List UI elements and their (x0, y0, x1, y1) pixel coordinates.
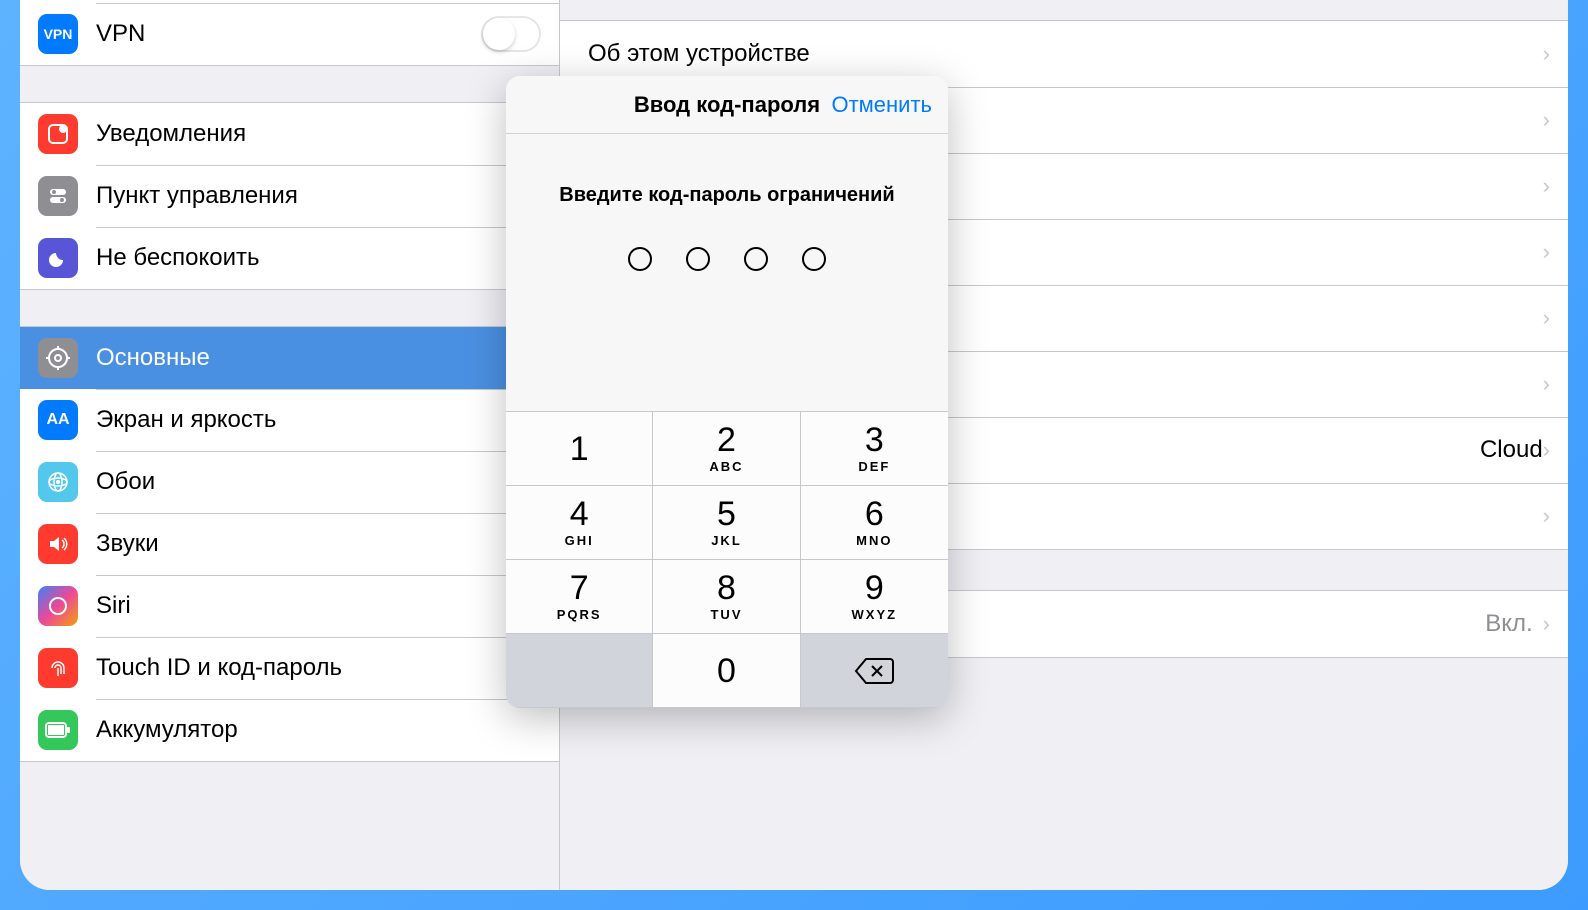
sidebar-item-controlcenter[interactable]: Пункт управления (20, 165, 559, 227)
sidebar-item-general[interactable]: Основные (20, 327, 559, 389)
chevron-right-icon: › (1543, 437, 1550, 463)
sidebar-item-dnd[interactable]: Не беспокоить (20, 227, 559, 289)
controlcenter-icon (38, 176, 78, 216)
vpn-toggle[interactable] (481, 16, 541, 52)
passcode-dot (802, 247, 826, 271)
passcode-modal: Ввод код-пароля Отменить Введите код-пар… (506, 76, 948, 708)
keypad-key-1[interactable]: 1 (506, 412, 653, 486)
sidebar: Bluetooth VPN VPN Уведомления Пункт упра… (20, 0, 560, 890)
chevron-right-icon: › (1543, 611, 1550, 637)
chevron-right-icon: › (1543, 107, 1550, 133)
key-letters: DEF (858, 459, 890, 474)
sidebar-item-label: Основные (96, 344, 541, 372)
sidebar-item-label: Touch ID и код-пароль (96, 654, 541, 682)
sidebar-item-notifications[interactable]: Уведомления (20, 103, 559, 165)
keypad-key-6[interactable]: 6 MNO (801, 486, 948, 560)
passcode-prompt: Введите код-пароль ограничений (526, 184, 928, 207)
keypad-key-3[interactable]: 3 DEF (801, 412, 948, 486)
key-letters: WXYZ (852, 607, 898, 622)
sidebar-item-label: Siri (96, 592, 541, 620)
sidebar-group-connectivity: Bluetooth VPN VPN (20, 0, 559, 66)
chevron-right-icon: › (1543, 305, 1550, 331)
key-letters: ABC (709, 459, 743, 474)
key-letters: PQRS (557, 607, 602, 622)
key-digit: 4 (570, 497, 589, 531)
sidebar-item-label: Уведомления (96, 120, 541, 148)
dnd-icon (38, 238, 78, 278)
sidebar-item-label: VPN (96, 20, 481, 48)
passcode-modal-title: Ввод код-пароля (634, 92, 820, 118)
key-letters: GHI (565, 533, 594, 548)
sounds-icon (38, 524, 78, 564)
sidebar-item-siri[interactable]: Siri (20, 575, 559, 637)
chevron-right-icon: › (1543, 239, 1550, 265)
keypad-key-8[interactable]: 8 TUV (653, 560, 800, 634)
key-digit: 3 (865, 423, 884, 457)
detail-item-value: Вкл. (1485, 610, 1532, 638)
keypad-key-5[interactable]: 5 JKL (653, 486, 800, 560)
keypad-key-4[interactable]: 4 GHI (506, 486, 653, 560)
key-letters: JKL (711, 533, 742, 548)
siri-icon (38, 586, 78, 626)
keypad-key-9[interactable]: 9 WXYZ (801, 560, 948, 634)
passcode-modal-body: Введите код-пароль ограничений (506, 134, 948, 411)
sidebar-group-main: Основные AA Экран и яркость Обои Звуки (20, 326, 559, 762)
passcode-dot (744, 247, 768, 271)
key-digit: 0 (717, 654, 736, 688)
key-digit: 6 (865, 497, 884, 531)
general-icon (38, 338, 78, 378)
keypad-key-7[interactable]: 7 PQRS (506, 560, 653, 634)
sidebar-item-sounds[interactable]: Звуки (20, 513, 559, 575)
sidebar-item-touchid[interactable]: Touch ID и код-пароль (20, 637, 559, 699)
keypad-key-0[interactable]: 0 (653, 634, 800, 708)
key-letters: MNO (856, 533, 892, 548)
sidebar-item-label: Аккумулятор (96, 716, 541, 744)
passcode-modal-header: Ввод код-пароля Отменить (506, 76, 948, 134)
sidebar-group-attention: Уведомления Пункт управления Не беспокои… (20, 102, 559, 290)
sidebar-item-wallpaper[interactable]: Обои (20, 451, 559, 513)
key-digit: 5 (717, 497, 736, 531)
sidebar-item-battery[interactable]: Аккумулятор (20, 699, 559, 761)
chevron-right-icon: › (1543, 503, 1550, 529)
keypad: 1 2 ABC 3 DEF 4 GHI 5 JKL 6 MNO 7 PQRS 8 TUV 9 WXYZ 0 (506, 411, 948, 708)
sidebar-item-label: Обои (96, 468, 541, 496)
key-digit: 1 (570, 432, 589, 466)
cancel-button[interactable]: Отменить (831, 92, 932, 118)
backspace-key[interactable] (801, 634, 948, 708)
sidebar-item-label: Не беспокоить (96, 244, 541, 272)
chevron-right-icon: › (1543, 371, 1550, 397)
display-icon: AA (38, 400, 78, 440)
detail-item-label: Об этом устройстве (588, 40, 1543, 68)
sidebar-item-label: Звуки (96, 530, 541, 558)
sidebar-item-display[interactable]: AA Экран и яркость (20, 389, 559, 451)
passcode-dot (628, 247, 652, 271)
sidebar-item-label: Пункт управления (96, 182, 541, 210)
chevron-right-icon: › (1543, 173, 1550, 199)
chevron-right-icon: › (1543, 41, 1550, 67)
key-digit: 7 (570, 571, 589, 605)
touchid-icon (38, 648, 78, 688)
keypad-key-2[interactable]: 2 ABC (653, 412, 800, 486)
passcode-dots (526, 247, 928, 271)
wallpaper-icon (38, 462, 78, 502)
battery-icon (38, 710, 78, 750)
keypad-blank (506, 634, 653, 708)
vpn-icon: VPN (38, 14, 78, 54)
key-digit: 2 (717, 423, 736, 457)
key-letters: TUV (710, 607, 742, 622)
notifications-icon (38, 114, 78, 154)
key-digit: 8 (717, 571, 736, 605)
passcode-dot (686, 247, 710, 271)
key-digit: 9 (865, 571, 884, 605)
backspace-icon (854, 657, 894, 685)
sidebar-item-vpn[interactable]: VPN VPN (20, 3, 559, 65)
sidebar-item-label: Экран и яркость (96, 406, 541, 434)
